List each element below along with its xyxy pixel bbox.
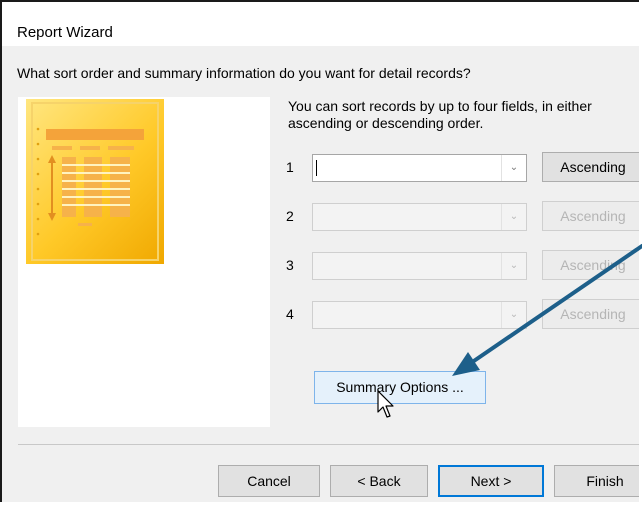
text-caret bbox=[316, 160, 317, 176]
sort-order-2-button[interactable]: Ascending bbox=[542, 201, 639, 231]
sort-field-1-number: 1 bbox=[286, 159, 294, 175]
back-button[interactable]: < Back bbox=[330, 465, 428, 497]
sort-field-2-combo[interactable]: ⌄ bbox=[312, 203, 527, 231]
sort-order-4-button[interactable]: Ascending bbox=[542, 299, 639, 329]
wizard-question: What sort order and summary information … bbox=[17, 65, 471, 81]
sort-order-1-button[interactable]: Ascending bbox=[542, 152, 639, 182]
sort-field-3-number: 3 bbox=[286, 257, 294, 273]
summary-options-button[interactable]: Summary Options ... bbox=[314, 371, 486, 404]
sort-instructions: You can sort records by up to four field… bbox=[288, 98, 592, 131]
sort-field-4-number: 4 bbox=[286, 306, 294, 322]
chevron-down-icon[interactable]: ⌄ bbox=[501, 204, 526, 230]
report-wizard-window: Report Wizard What sort order and summar… bbox=[0, 0, 639, 502]
mouse-pointer-icon bbox=[377, 390, 394, 418]
sort-field-1-combo[interactable]: ⌄ bbox=[312, 154, 527, 182]
chevron-down-icon[interactable]: ⌄ bbox=[501, 253, 526, 279]
preview-panel bbox=[18, 97, 270, 427]
sort-field-4-combo[interactable]: ⌄ bbox=[312, 301, 527, 329]
footer-divider bbox=[18, 444, 639, 445]
next-button[interactable]: Next > bbox=[438, 465, 544, 497]
title-bar: Report Wizard bbox=[2, 2, 639, 46]
chevron-down-icon[interactable]: ⌄ bbox=[501, 302, 526, 328]
cancel-button[interactable]: Cancel bbox=[218, 465, 320, 497]
sort-order-3-button[interactable]: Ascending bbox=[542, 250, 639, 280]
report-preview-icon bbox=[26, 99, 164, 264]
finish-button[interactable]: Finish bbox=[554, 465, 639, 497]
sort-field-2-number: 2 bbox=[286, 208, 294, 224]
sort-field-3-combo[interactable]: ⌄ bbox=[312, 252, 527, 280]
window-title: Report Wizard bbox=[17, 24, 113, 41]
chevron-down-icon[interactable]: ⌄ bbox=[501, 155, 526, 181]
